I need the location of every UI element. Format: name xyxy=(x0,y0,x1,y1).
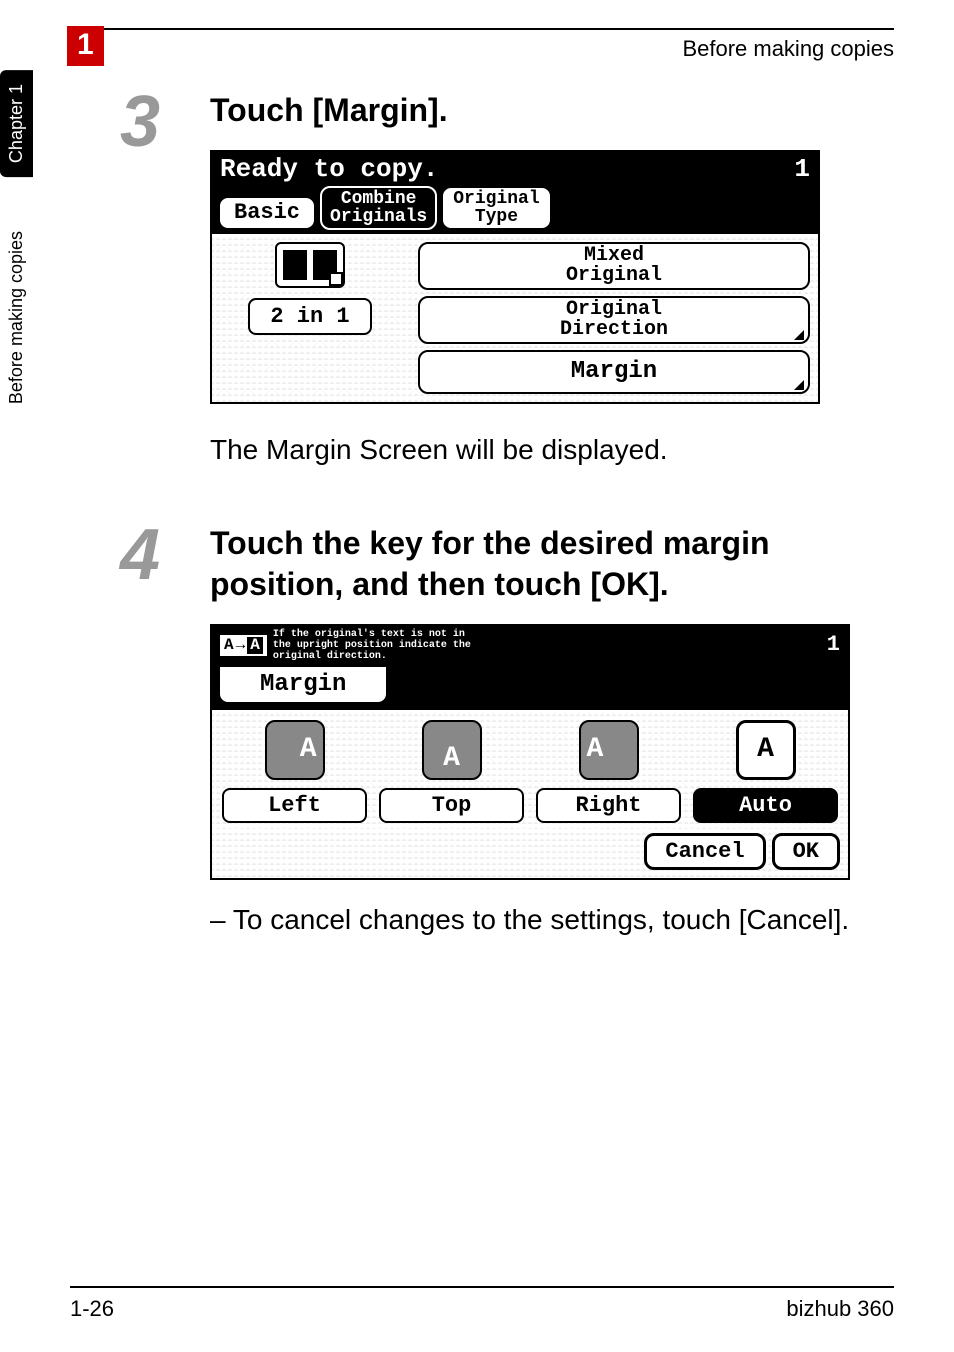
chapter-tab: Chapter 1 xyxy=(0,70,33,177)
header-title: Before making copies xyxy=(70,36,894,62)
tab-row: Basic Combine Originals Original Type xyxy=(212,186,818,234)
margin-auto-icon[interactable]: A xyxy=(736,720,796,780)
dir-line2: Direction xyxy=(428,320,800,340)
option-mixed-original[interactable]: Mixed Original xyxy=(418,242,810,290)
copy-count: 1 xyxy=(827,633,840,657)
step-3: 3 Touch [Margin]. Ready to copy. 1 Basic… xyxy=(120,90,884,495)
step-title: Touch [Margin]. xyxy=(210,90,884,132)
margin-label: Margin xyxy=(571,358,657,385)
margin-right-cell: A Right xyxy=(536,720,681,823)
tab-combine-line2: Originals xyxy=(330,208,427,226)
margin-top-cell: A Top xyxy=(379,720,524,823)
page-number: 1-26 xyxy=(70,1296,114,1322)
margin-tab-row: Margin xyxy=(212,665,848,710)
dir-line1: Original xyxy=(428,300,800,320)
product-name: bizhub 360 xyxy=(786,1296,894,1322)
hint-text: If the original's text is not in the upr… xyxy=(273,629,471,662)
margin-left-icon[interactable]: A xyxy=(265,720,325,780)
step-number: 3 xyxy=(120,90,200,155)
chapter-badge: 1 xyxy=(67,26,104,66)
margin-right-icon[interactable]: A xyxy=(579,720,639,780)
margin-top-button[interactable]: Top xyxy=(379,788,524,823)
margin-top-icon[interactable]: A xyxy=(422,720,482,780)
step-after-text: The Margin Screen will be displayed. xyxy=(210,430,884,469)
step-sub-text: – To cancel changes to the settings, tou… xyxy=(210,900,884,939)
mixed-line1: Mixed xyxy=(428,246,800,266)
tab-combine-line1: Combine xyxy=(341,190,417,208)
hint-line3: original direction. xyxy=(273,651,471,662)
tab-margin[interactable]: Margin xyxy=(218,665,388,704)
mixed-line2: Original xyxy=(428,266,800,286)
margin-footer: Cancel OK xyxy=(212,829,848,878)
two-in-one-label[interactable]: 2 in 1 xyxy=(248,298,371,335)
status-text: Ready to copy. xyxy=(220,154,438,184)
side-tabs: Chapter 1 Before making copies xyxy=(0,70,44,418)
status-bar: Ready to copy. 1 xyxy=(212,152,818,186)
step-4: 4 Touch the key for the desired margin p… xyxy=(120,523,884,939)
hint-line2: the upright position indicate the xyxy=(273,640,471,651)
margin-left-button[interactable]: Left xyxy=(222,788,367,823)
margin-auto-cell: A Auto xyxy=(693,720,838,823)
tab-basic[interactable]: Basic xyxy=(218,196,316,230)
hint-line1: If the original's text is not in xyxy=(273,629,471,640)
two-in-one-area: 2 in 1 xyxy=(220,242,400,394)
step-title: Touch the key for the desired margin pos… xyxy=(210,523,884,606)
ok-button[interactable]: OK xyxy=(772,833,840,870)
expand-icon xyxy=(794,380,804,390)
step-number: 4 xyxy=(120,523,200,588)
orientation-icon: A→A xyxy=(220,635,267,657)
tab-original-type[interactable]: Original Type xyxy=(441,186,551,230)
content-area: 3 Touch [Margin]. Ready to copy. 1 Basic… xyxy=(120,90,884,967)
margin-right-button[interactable]: Right xyxy=(536,788,681,823)
option-original-direction[interactable]: Original Direction xyxy=(418,296,810,344)
options-column: Mixed Original Original Direction Margin xyxy=(418,242,810,394)
page-header: 1 Before making copies xyxy=(70,28,894,62)
copy-count: 1 xyxy=(794,154,810,184)
option-margin[interactable]: Margin xyxy=(418,350,810,394)
two-in-one-icon[interactable] xyxy=(275,242,345,288)
expand-icon xyxy=(794,330,804,340)
section-tab: Before making copies xyxy=(0,217,33,418)
margin-status-bar: A→A If the original's text is not in the… xyxy=(212,626,848,665)
margin-auto-button[interactable]: Auto xyxy=(693,788,838,823)
margin-left-cell: A Left xyxy=(222,720,367,823)
margin-screen: A→A If the original's text is not in the… xyxy=(210,624,850,880)
screen-body: 2 in 1 Mixed Original Original Direction xyxy=(212,234,818,402)
copy-screen: Ready to copy. 1 Basic Combine Originals… xyxy=(210,150,820,404)
cancel-button[interactable]: Cancel xyxy=(644,833,765,870)
margin-options: A Left A Top A Right A Auto xyxy=(212,710,848,829)
page-footer: 1-26 bizhub 360 xyxy=(70,1286,894,1322)
tab-combine-originals[interactable]: Combine Originals xyxy=(320,186,437,230)
tab-orig-line1: Original xyxy=(453,190,539,208)
tab-orig-line2: Type xyxy=(475,208,518,226)
